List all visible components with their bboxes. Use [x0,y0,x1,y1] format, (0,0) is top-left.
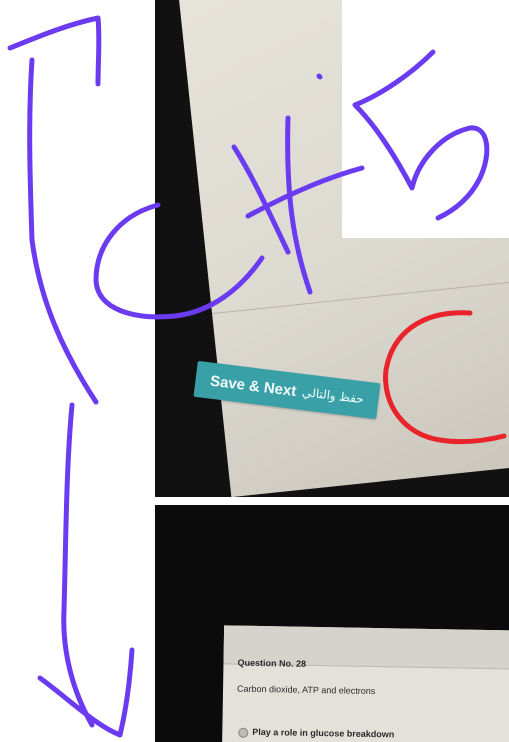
white-overlay-box [342,0,509,238]
monitor-screen-bottom: Question No. 28 Carbon dioxide, ATP and … [221,625,509,742]
option-label: Play a role in glucose breakdown [252,726,395,740]
question-text: Carbon dioxide, ATP and electrons [236,683,376,697]
option-radio[interactable] [238,727,249,738]
arrow-up-head [7,15,102,87]
save-next-arabic-label: حفظ والتالي [301,384,365,407]
arrow-up-shaft [27,57,99,405]
question-number: Question No. 28 [237,657,307,669]
photo-divider [155,497,509,505]
footer-divider [212,275,509,315]
arrow-down-head [37,647,135,738]
bottom-photo-panel: Question No. 28 Carbon dioxide, ATP and … [155,505,509,742]
arrow-down-shaft [61,402,95,728]
save-next-label: Save & Next [209,372,298,400]
